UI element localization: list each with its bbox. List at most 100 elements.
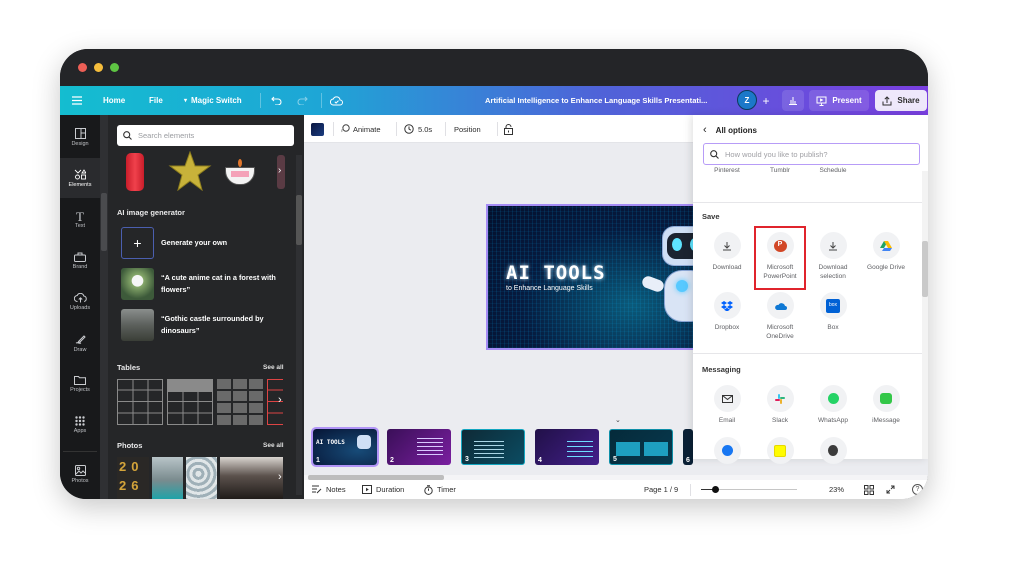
- rail-item-photos[interactable]: Photos: [60, 454, 100, 494]
- minimize-window-button[interactable]: [94, 63, 103, 72]
- option-box[interactable]: box Box: [808, 292, 858, 333]
- ai-prompt-item[interactable]: “Gothic castle surrounded by dinosaurs”: [121, 309, 291, 341]
- page-thumbnail-2[interactable]: 2: [387, 429, 451, 465]
- photos-title: Photos: [117, 441, 143, 450]
- search-elements-input[interactable]: Search elements: [117, 125, 294, 146]
- zoom-percent[interactable]: 23%: [829, 480, 844, 499]
- page-indicator[interactable]: Page 1 / 9: [644, 480, 678, 499]
- option-imessage[interactable]: iMessage: [861, 385, 911, 426]
- option-label: Email: [718, 417, 736, 424]
- fullscreen-button[interactable]: [886, 480, 895, 499]
- rail-item-uploads[interactable]: Uploads: [60, 282, 100, 322]
- generate-your-own-button[interactable]: + Generate your own: [121, 227, 291, 259]
- position-button[interactable]: Position: [454, 115, 481, 143]
- cloud-saved-icon: [330, 95, 343, 106]
- timer-button[interactable]: Timer: [424, 480, 456, 499]
- tables-see-all-link[interactable]: See all: [263, 364, 284, 371]
- element-candle[interactable]: [225, 159, 255, 185]
- slide-title[interactable]: AI TOOLS: [506, 262, 606, 284]
- rail-item-apps[interactable]: Apps: [60, 405, 100, 445]
- table-template[interactable]: [217, 379, 263, 425]
- option-email[interactable]: Email: [702, 385, 752, 426]
- magic-switch-button[interactable]: ▾ Magic Switch: [184, 86, 242, 115]
- home-button[interactable]: Home: [103, 86, 125, 115]
- help-button[interactable]: ?: [912, 480, 923, 499]
- maximize-window-button[interactable]: [110, 63, 119, 72]
- ai-prompt-item[interactable]: “A cute anime cat in a forest with flowe…: [121, 268, 291, 300]
- publish-search-input[interactable]: How would you like to publish?: [703, 143, 920, 165]
- undo-button[interactable]: [271, 86, 282, 115]
- option-schedule[interactable]: Schedule: [808, 167, 858, 176]
- page-thumbnail-5[interactable]: 5: [609, 429, 673, 465]
- lock-button[interactable]: [504, 115, 513, 143]
- rail-item-design[interactable]: Design: [60, 117, 100, 157]
- notes-icon: [312, 485, 322, 494]
- notes-button[interactable]: Notes: [312, 480, 346, 499]
- page-thumbnail-3[interactable]: 3: [461, 429, 525, 465]
- rail-item-brand[interactable]: Brand: [60, 241, 100, 281]
- rail-item-text[interactable]: T Text: [60, 199, 100, 239]
- animate-button[interactable]: Animate: [340, 115, 381, 143]
- insights-button[interactable]: [782, 90, 804, 111]
- notes-label: Notes: [326, 485, 346, 494]
- option-mailchimp[interactable]: [808, 437, 858, 469]
- page-thumbnail-1[interactable]: AI TOOLS 1: [311, 427, 379, 467]
- panel-left-scrollbar[interactable]: [100, 115, 108, 499]
- present-button[interactable]: Present: [809, 90, 869, 111]
- option-google-drive[interactable]: Google Drive: [861, 232, 911, 273]
- page-thumbnail-6[interactable]: 6: [683, 429, 693, 465]
- file-menu-button[interactable]: File: [149, 86, 163, 115]
- option-dropbox[interactable]: Dropbox: [702, 292, 752, 333]
- share-button[interactable]: Share: [875, 90, 927, 111]
- document-title[interactable]: Artificial Intelligence to Enhance Langu…: [485, 86, 707, 115]
- zoom-slider-handle[interactable]: [712, 486, 720, 493]
- table-template[interactable]: [167, 379, 213, 425]
- robot-graphic[interactable]: [640, 226, 694, 336]
- rail-item-draw[interactable]: Draw: [60, 323, 100, 363]
- editor-topbar: Home File ▾ Magic Switch Artificial Inte…: [60, 86, 928, 115]
- chevron-right-icon[interactable]: ›: [278, 471, 282, 483]
- table-template[interactable]: [117, 379, 163, 425]
- option-messenger[interactable]: [702, 437, 752, 469]
- chevron-right-icon[interactable]: ›: [278, 394, 282, 406]
- redo-button[interactable]: [297, 86, 308, 115]
- element-gold-star[interactable]: [168, 151, 212, 191]
- rail-item-projects[interactable]: Projects: [60, 364, 100, 404]
- slide-canvas[interactable]: AI TOOLS to Enhance Language Skills: [486, 204, 696, 350]
- photo-thumbnail[interactable]: [152, 457, 183, 499]
- photo-thumbnail[interactable]: [220, 457, 283, 499]
- rail-item-elements[interactable]: Elements: [60, 158, 100, 198]
- option-download[interactable]: Download: [702, 232, 752, 273]
- user-avatar[interactable]: Z: [737, 90, 757, 110]
- cloud-save-status[interactable]: [330, 86, 343, 115]
- option-slack[interactable]: Slack: [755, 385, 805, 426]
- photo-thumbnail[interactable]: 20 26: [117, 457, 149, 499]
- share-panel-scrollbar[interactable]: [922, 171, 928, 459]
- page-thumbnail-4[interactable]: 4: [535, 429, 599, 465]
- collapse-strip-button[interactable]: ⌄: [615, 416, 621, 424]
- option-download-selection[interactable]: Download selection: [808, 232, 858, 281]
- chevron-right-icon[interactable]: ›: [278, 165, 281, 176]
- zoom-slider[interactable]: [701, 486, 797, 493]
- duration-footer-button[interactable]: Duration: [362, 480, 404, 499]
- rail-label: Apps: [73, 428, 87, 434]
- option-microsoft-onedrive[interactable]: Microsoft OneDrive: [755, 292, 805, 341]
- close-window-button[interactable]: [78, 63, 87, 72]
- element-cola-can[interactable]: [126, 153, 144, 191]
- option-tumblr[interactable]: Tumblr: [755, 167, 805, 176]
- add-collaborator-button[interactable]: +: [758, 90, 774, 111]
- photos-see-all-link[interactable]: See all: [263, 442, 284, 449]
- panel-scrollbar[interactable]: [296, 155, 302, 495]
- grid-view-button[interactable]: [864, 480, 874, 499]
- option-snapchat[interactable]: [755, 437, 805, 469]
- slide-subtitle[interactable]: to Enhance Language Skills: [506, 285, 593, 292]
- share-panel: ‹ All options How would you like to publ…: [693, 115, 928, 464]
- background-color-swatch[interactable]: [311, 115, 324, 143]
- option-pinterest[interactable]: Pinterest: [702, 167, 752, 176]
- main-menu-button[interactable]: [72, 86, 82, 115]
- option-whatsapp[interactable]: WhatsApp: [808, 385, 858, 426]
- photo-thumbnail[interactable]: [186, 457, 217, 499]
- all-options-back-button[interactable]: ‹ All options: [703, 124, 757, 136]
- duration-button[interactable]: 5.0s: [404, 115, 432, 143]
- all-options-label: All options: [715, 125, 757, 135]
